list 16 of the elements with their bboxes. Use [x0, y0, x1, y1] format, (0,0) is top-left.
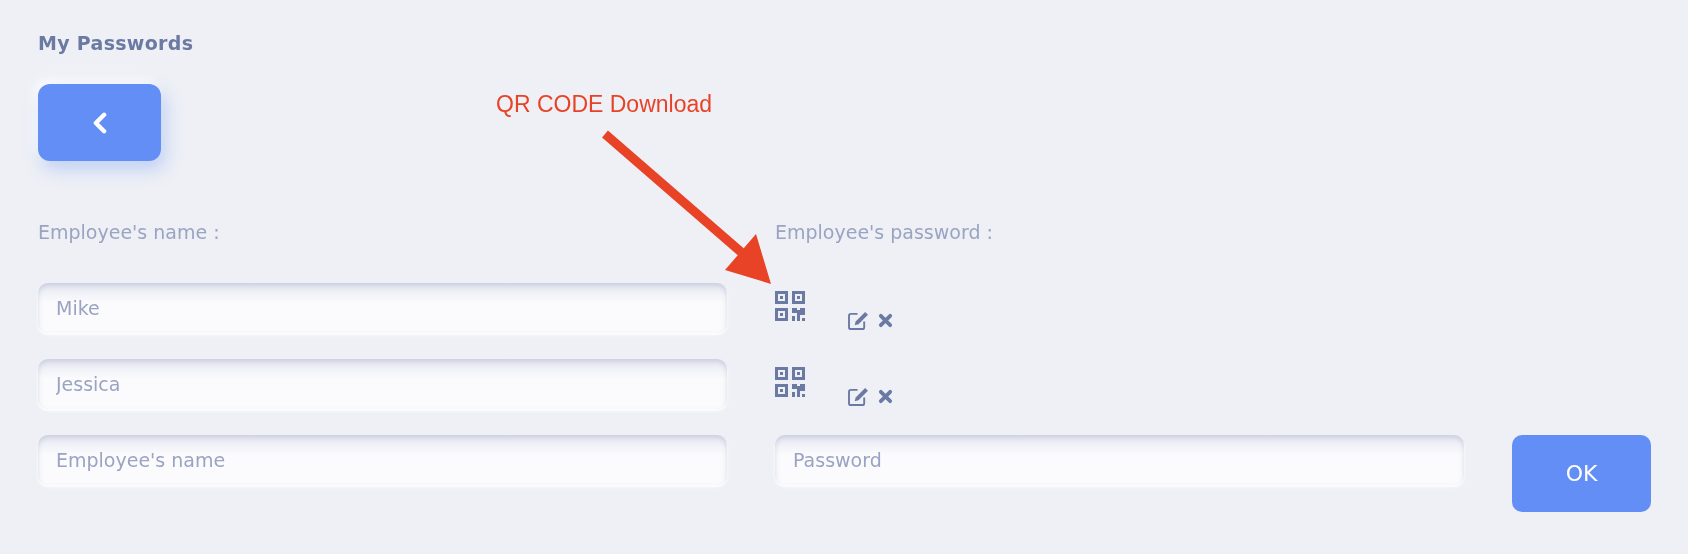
back-button[interactable] [38, 84, 161, 161]
password-input[interactable]: Password [775, 435, 1464, 485]
edit-icon[interactable] [848, 311, 869, 330]
delete-icon[interactable] [878, 389, 893, 404]
qr-code-icon[interactable] [775, 291, 805, 321]
edit-icon[interactable] [848, 387, 869, 406]
field-label: Employee's name : [38, 221, 221, 243]
field-label: Employee's password : [775, 221, 994, 243]
annotation-text: QR CODE Download [496, 91, 713, 118]
ok-button[interactable]: OK [1512, 435, 1651, 512]
name-field[interactable]: Mike [38, 283, 727, 333]
name-input[interactable]: Employee's name [38, 435, 727, 485]
qr-code-icon[interactable] [775, 367, 805, 397]
page-title: My Passwords [38, 32, 195, 54]
chevron-left-icon [92, 111, 107, 134]
delete-icon[interactable] [878, 313, 893, 328]
